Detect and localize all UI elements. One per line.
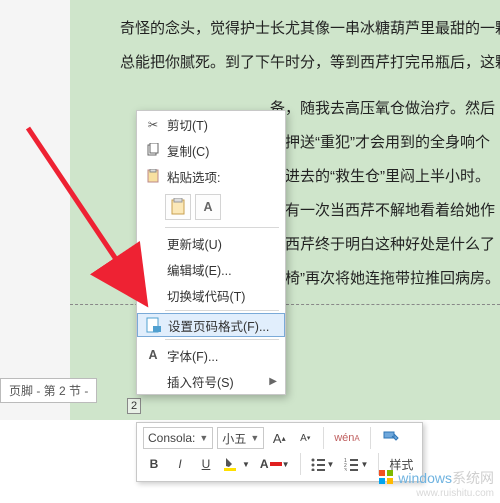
numbering-button[interactable]: 123 ▼ — [341, 453, 371, 475]
doc-line: 总能把你腻死。到了下午时分，等到西芹打完吊瓶后，这颗糖 — [70, 46, 500, 80]
watermark: windows系统网 www.ruishitu.com — [378, 468, 494, 499]
paste-text-only-button[interactable]: A — [195, 194, 221, 220]
ctx-label: 粘贴选项: — [167, 167, 277, 186]
divider — [370, 427, 371, 449]
blank-icon — [143, 372, 163, 390]
ctx-label: 复制(C) — [167, 141, 277, 160]
ctx-label: 剪切(T) — [167, 115, 277, 134]
ctx-label: 设置页码格式(F)... — [168, 316, 276, 335]
bold-button[interactable]: B — [143, 453, 165, 475]
divider — [165, 227, 279, 228]
ctx-toggle-field-codes[interactable]: 切换域代码(T) — [137, 282, 285, 308]
ctx-cut[interactable]: ✂ 剪切(T) — [137, 111, 285, 137]
copy-icon — [143, 141, 163, 159]
wm-tail: 系统网 — [452, 470, 494, 486]
font-size-value: 小五 — [222, 430, 246, 447]
gutter — [0, 0, 70, 420]
context-menu: ✂ 剪切(T) 复制(C) 粘贴选项: A 更新域(U) 编辑域(E)... 切… — [136, 110, 286, 395]
font-size-dropdown[interactable]: 小五 ▼ — [217, 427, 264, 449]
page-format-icon — [144, 316, 164, 334]
format-painter-button[interactable] — [378, 427, 402, 449]
ctx-update-field[interactable]: 更新域(U) — [137, 230, 285, 256]
ctx-label: 插入符号(S) — [167, 372, 269, 391]
clipboard-icon — [143, 167, 163, 185]
highlight-button[interactable]: ▼ — [221, 453, 253, 475]
ctx-paste-header: 粘贴选项: — [137, 163, 285, 189]
wm-brand: windows — [398, 470, 452, 486]
ctx-page-number-format[interactable]: 设置页码格式(F)... — [137, 313, 285, 337]
doc-line: 奇怪的念头，觉得护士长尤其像一串冰糖葫芦里最甜的一颗 — [70, 12, 500, 46]
ctx-paste-options: A — [137, 189, 285, 225]
ctx-label: 编辑域(E)... — [167, 260, 277, 279]
doc-line — [70, 80, 500, 92]
font-name-dropdown[interactable]: Consola: ▼ — [143, 427, 213, 449]
ctx-edit-field[interactable]: 编辑域(E)... — [137, 256, 285, 282]
scissors-icon: ✂ — [143, 115, 163, 133]
bullets-button[interactable]: ▼ — [308, 453, 338, 475]
font-color-button[interactable]: A ▼ — [257, 453, 293, 475]
grow-font-button[interactable]: A▴ — [268, 427, 290, 449]
blank-icon — [143, 234, 163, 252]
wm-url: www.ruishitu.com — [378, 488, 494, 499]
divider — [165, 310, 279, 311]
page-number-field[interactable]: 2 — [127, 398, 141, 414]
footer-section-label: 页脚 - 第 2 节 - — [0, 378, 97, 403]
divider — [323, 427, 324, 449]
chevron-down-icon: ▼ — [199, 433, 208, 443]
underline-button[interactable]: U — [195, 453, 217, 475]
ctx-label: 更新域(U) — [167, 234, 277, 253]
paste-keep-source-button[interactable] — [165, 194, 191, 220]
divider — [165, 339, 279, 340]
ctx-font[interactable]: A 字体(F)... — [137, 342, 285, 368]
phonetic-guide-button[interactable]: wénA — [331, 427, 363, 449]
divider — [300, 453, 301, 475]
svg-text:3: 3 — [344, 468, 347, 471]
font-name-value: Consola: — [148, 431, 195, 445]
blank-icon — [143, 260, 163, 278]
chevron-down-icon: ▼ — [250, 433, 259, 443]
ctx-copy[interactable]: 复制(C) — [137, 137, 285, 163]
shrink-font-button[interactable]: A▾ — [294, 427, 316, 449]
font-icon: A — [143, 346, 163, 364]
blank-icon — [143, 286, 163, 304]
italic-button[interactable]: I — [169, 453, 191, 475]
ctx-insert-symbol[interactable]: 插入符号(S) ▶ — [137, 368, 285, 394]
ctx-label: 字体(F)... — [167, 346, 277, 365]
ctx-label: 切换域代码(T) — [167, 286, 277, 305]
chevron-right-icon: ▶ — [269, 376, 277, 387]
